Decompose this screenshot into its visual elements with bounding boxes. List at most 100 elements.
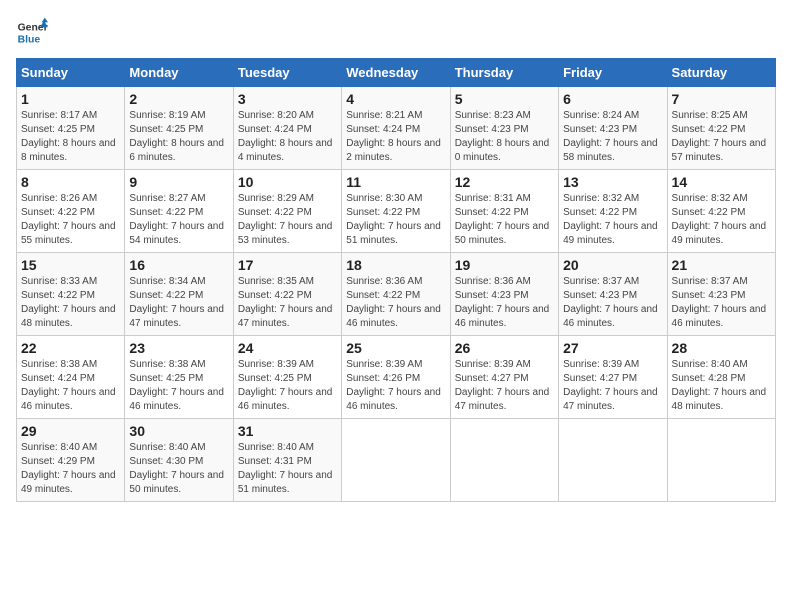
calendar-cell: 28 Sunrise: 8:40 AMSunset: 4:28 PMDaylig… — [667, 336, 775, 419]
day-number: 20 — [563, 257, 662, 273]
day-detail: Sunrise: 8:20 AMSunset: 4:24 PMDaylight:… — [238, 110, 333, 163]
day-detail: Sunrise: 8:38 AMSunset: 4:24 PMDaylight:… — [21, 359, 116, 412]
calendar-cell: 15 Sunrise: 8:33 AMSunset: 4:22 PMDaylig… — [17, 253, 125, 336]
page-header: General Blue — [16, 16, 776, 48]
day-number: 22 — [21, 340, 120, 356]
calendar-cell: 24 Sunrise: 8:39 AMSunset: 4:25 PMDaylig… — [233, 336, 341, 419]
day-header-thursday: Thursday — [450, 59, 558, 87]
week-row-2: 8 Sunrise: 8:26 AMSunset: 4:22 PMDayligh… — [17, 170, 776, 253]
day-number: 15 — [21, 257, 120, 273]
day-detail: Sunrise: 8:39 AMSunset: 4:26 PMDaylight:… — [346, 359, 441, 412]
day-detail: Sunrise: 8:30 AMSunset: 4:22 PMDaylight:… — [346, 193, 441, 246]
calendar-cell: 16 Sunrise: 8:34 AMSunset: 4:22 PMDaylig… — [125, 253, 233, 336]
calendar-cell: 13 Sunrise: 8:32 AMSunset: 4:22 PMDaylig… — [559, 170, 667, 253]
day-number: 16 — [129, 257, 228, 273]
calendar-cell: 20 Sunrise: 8:37 AMSunset: 4:23 PMDaylig… — [559, 253, 667, 336]
day-number: 23 — [129, 340, 228, 356]
day-detail: Sunrise: 8:24 AMSunset: 4:23 PMDaylight:… — [563, 110, 658, 163]
day-number: 6 — [563, 91, 662, 107]
day-detail: Sunrise: 8:38 AMSunset: 4:25 PMDaylight:… — [129, 359, 224, 412]
day-detail: Sunrise: 8:32 AMSunset: 4:22 PMDaylight:… — [672, 193, 767, 246]
day-header-saturday: Saturday — [667, 59, 775, 87]
week-row-3: 15 Sunrise: 8:33 AMSunset: 4:22 PMDaylig… — [17, 253, 776, 336]
calendar-cell: 9 Sunrise: 8:27 AMSunset: 4:22 PMDayligh… — [125, 170, 233, 253]
calendar-cell: 8 Sunrise: 8:26 AMSunset: 4:22 PMDayligh… — [17, 170, 125, 253]
day-number: 13 — [563, 174, 662, 190]
day-detail: Sunrise: 8:33 AMSunset: 4:22 PMDaylight:… — [21, 276, 116, 329]
calendar-cell: 6 Sunrise: 8:24 AMSunset: 4:23 PMDayligh… — [559, 87, 667, 170]
calendar-cell: 29 Sunrise: 8:40 AMSunset: 4:29 PMDaylig… — [17, 419, 125, 502]
calendar-cell: 4 Sunrise: 8:21 AMSunset: 4:24 PMDayligh… — [342, 87, 450, 170]
calendar-cell: 12 Sunrise: 8:31 AMSunset: 4:22 PMDaylig… — [450, 170, 558, 253]
calendar-cell — [559, 419, 667, 502]
calendar-cell: 5 Sunrise: 8:23 AMSunset: 4:23 PMDayligh… — [450, 87, 558, 170]
calendar-cell — [450, 419, 558, 502]
week-row-5: 29 Sunrise: 8:40 AMSunset: 4:29 PMDaylig… — [17, 419, 776, 502]
calendar-cell: 10 Sunrise: 8:29 AMSunset: 4:22 PMDaylig… — [233, 170, 341, 253]
day-number: 1 — [21, 91, 120, 107]
day-number: 2 — [129, 91, 228, 107]
day-number: 9 — [129, 174, 228, 190]
day-number: 4 — [346, 91, 445, 107]
day-detail: Sunrise: 8:39 AMSunset: 4:27 PMDaylight:… — [563, 359, 658, 412]
day-detail: Sunrise: 8:29 AMSunset: 4:22 PMDaylight:… — [238, 193, 333, 246]
day-detail: Sunrise: 8:39 AMSunset: 4:25 PMDaylight:… — [238, 359, 333, 412]
day-header-sunday: Sunday — [17, 59, 125, 87]
calendar-cell: 21 Sunrise: 8:37 AMSunset: 4:23 PMDaylig… — [667, 253, 775, 336]
day-detail: Sunrise: 8:40 AMSunset: 4:29 PMDaylight:… — [21, 442, 116, 495]
logo-icon: General Blue — [16, 16, 48, 48]
calendar-header-row: SundayMondayTuesdayWednesdayThursdayFrid… — [17, 59, 776, 87]
calendar-cell: 7 Sunrise: 8:25 AMSunset: 4:22 PMDayligh… — [667, 87, 775, 170]
day-number: 25 — [346, 340, 445, 356]
day-detail: Sunrise: 8:26 AMSunset: 4:22 PMDaylight:… — [21, 193, 116, 246]
logo: General Blue — [16, 16, 48, 48]
day-detail: Sunrise: 8:40 AMSunset: 4:30 PMDaylight:… — [129, 442, 224, 495]
day-number: 7 — [672, 91, 771, 107]
day-detail: Sunrise: 8:25 AMSunset: 4:22 PMDaylight:… — [672, 110, 767, 163]
day-number: 28 — [672, 340, 771, 356]
calendar-cell: 25 Sunrise: 8:39 AMSunset: 4:26 PMDaylig… — [342, 336, 450, 419]
calendar-table: SundayMondayTuesdayWednesdayThursdayFrid… — [16, 58, 776, 502]
day-detail: Sunrise: 8:19 AMSunset: 4:25 PMDaylight:… — [129, 110, 224, 163]
day-detail: Sunrise: 8:40 AMSunset: 4:31 PMDaylight:… — [238, 442, 333, 495]
day-number: 30 — [129, 423, 228, 439]
day-detail: Sunrise: 8:35 AMSunset: 4:22 PMDaylight:… — [238, 276, 333, 329]
day-number: 26 — [455, 340, 554, 356]
day-number: 18 — [346, 257, 445, 273]
day-header-wednesday: Wednesday — [342, 59, 450, 87]
day-detail: Sunrise: 8:21 AMSunset: 4:24 PMDaylight:… — [346, 110, 441, 163]
day-number: 11 — [346, 174, 445, 190]
calendar-cell: 3 Sunrise: 8:20 AMSunset: 4:24 PMDayligh… — [233, 87, 341, 170]
day-number: 5 — [455, 91, 554, 107]
day-detail: Sunrise: 8:36 AMSunset: 4:22 PMDaylight:… — [346, 276, 441, 329]
calendar-cell: 30 Sunrise: 8:40 AMSunset: 4:30 PMDaylig… — [125, 419, 233, 502]
week-row-1: 1 Sunrise: 8:17 AMSunset: 4:25 PMDayligh… — [17, 87, 776, 170]
calendar-cell: 2 Sunrise: 8:19 AMSunset: 4:25 PMDayligh… — [125, 87, 233, 170]
calendar-cell: 11 Sunrise: 8:30 AMSunset: 4:22 PMDaylig… — [342, 170, 450, 253]
calendar-cell: 17 Sunrise: 8:35 AMSunset: 4:22 PMDaylig… — [233, 253, 341, 336]
day-number: 29 — [21, 423, 120, 439]
day-header-monday: Monday — [125, 59, 233, 87]
day-detail: Sunrise: 8:32 AMSunset: 4:22 PMDaylight:… — [563, 193, 658, 246]
day-detail: Sunrise: 8:17 AMSunset: 4:25 PMDaylight:… — [21, 110, 116, 163]
day-number: 19 — [455, 257, 554, 273]
day-detail: Sunrise: 8:37 AMSunset: 4:23 PMDaylight:… — [563, 276, 658, 329]
day-header-tuesday: Tuesday — [233, 59, 341, 87]
calendar-cell: 31 Sunrise: 8:40 AMSunset: 4:31 PMDaylig… — [233, 419, 341, 502]
day-detail: Sunrise: 8:34 AMSunset: 4:22 PMDaylight:… — [129, 276, 224, 329]
day-number: 14 — [672, 174, 771, 190]
day-detail: Sunrise: 8:23 AMSunset: 4:23 PMDaylight:… — [455, 110, 550, 163]
calendar-cell — [667, 419, 775, 502]
day-number: 12 — [455, 174, 554, 190]
calendar-cell: 1 Sunrise: 8:17 AMSunset: 4:25 PMDayligh… — [17, 87, 125, 170]
day-number: 3 — [238, 91, 337, 107]
calendar-cell: 26 Sunrise: 8:39 AMSunset: 4:27 PMDaylig… — [450, 336, 558, 419]
week-row-4: 22 Sunrise: 8:38 AMSunset: 4:24 PMDaylig… — [17, 336, 776, 419]
day-detail: Sunrise: 8:31 AMSunset: 4:22 PMDaylight:… — [455, 193, 550, 246]
day-number: 8 — [21, 174, 120, 190]
calendar-cell: 19 Sunrise: 8:36 AMSunset: 4:23 PMDaylig… — [450, 253, 558, 336]
calendar-cell: 23 Sunrise: 8:38 AMSunset: 4:25 PMDaylig… — [125, 336, 233, 419]
day-detail: Sunrise: 8:27 AMSunset: 4:22 PMDaylight:… — [129, 193, 224, 246]
calendar-cell: 18 Sunrise: 8:36 AMSunset: 4:22 PMDaylig… — [342, 253, 450, 336]
day-detail: Sunrise: 8:40 AMSunset: 4:28 PMDaylight:… — [672, 359, 767, 412]
